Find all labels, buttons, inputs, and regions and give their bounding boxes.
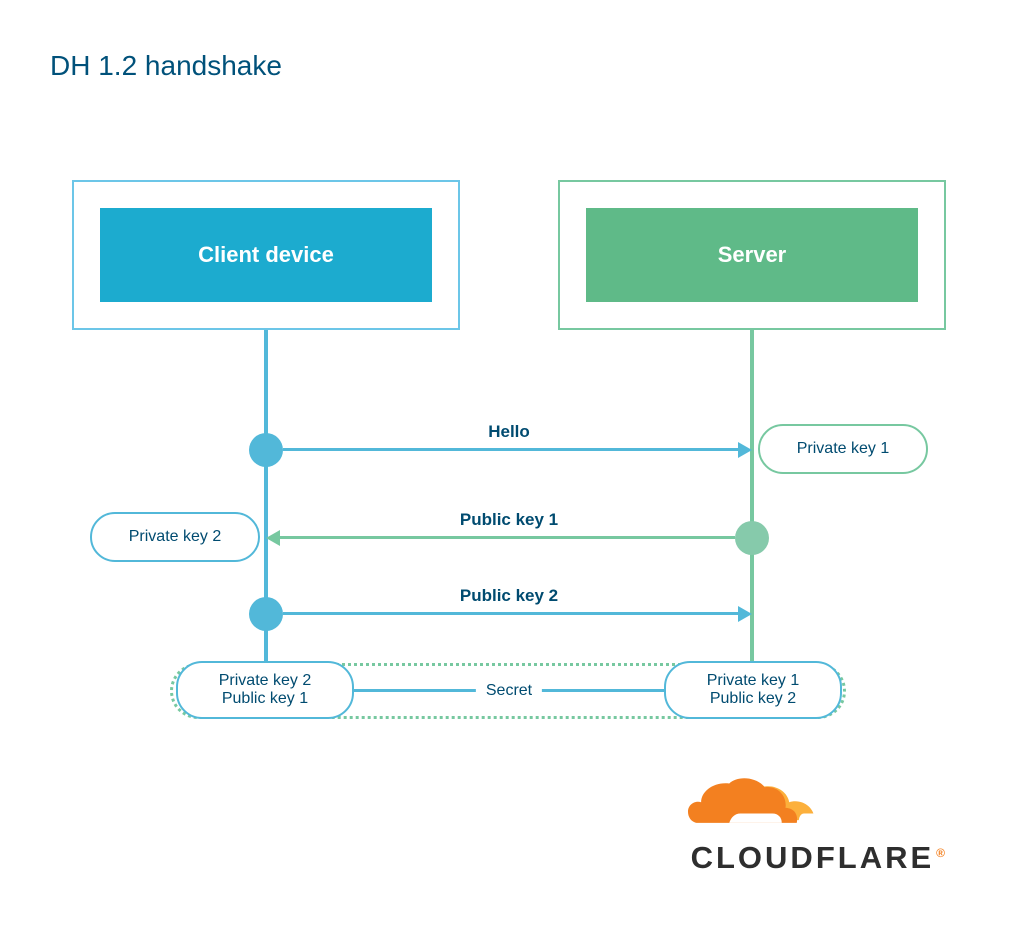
capsule-private-key-2: Private key 2 <box>90 512 260 562</box>
cloudflare-text: CLOUDFLARE <box>691 840 935 875</box>
label-secret: Secret <box>476 682 542 700</box>
arrow-pubkey2-line <box>283 612 738 615</box>
arrow-hello-head <box>738 442 752 458</box>
client-label: Client device <box>198 242 334 268</box>
client-outer-box: Client device <box>72 180 460 330</box>
cloudflare-wordmark: CLOUDFLARE® <box>688 840 948 876</box>
label-pubkey2: Public key 2 <box>266 586 752 606</box>
arrow-hello-line <box>283 448 738 451</box>
arrow-pubkey1-head <box>266 530 280 546</box>
cloud-icon <box>688 777 838 835</box>
label-pubkey1: Public key 1 <box>266 510 752 530</box>
label-hello: Hello <box>266 422 752 442</box>
arrow-pubkey1-line <box>280 536 735 539</box>
capsule-client-mix: Private key 2 Public key 1 <box>176 661 354 719</box>
registered-mark: ® <box>936 846 948 860</box>
arrow-pubkey2-head <box>738 606 752 622</box>
capsule-server-mix: Private key 1 Public key 2 <box>664 661 842 719</box>
priv2-text: Private key 2 <box>129 528 221 546</box>
server-inner-box: Server <box>586 208 918 302</box>
client-mix-l1: Private key 2 <box>219 672 311 690</box>
server-outer-box: Server <box>558 180 946 330</box>
cloudflare-logo: CLOUDFLARE® <box>688 777 948 876</box>
diagram-title: DH 1.2 handshake <box>50 50 282 82</box>
server-label: Server <box>718 242 787 268</box>
priv1-text: Private key 1 <box>797 440 889 458</box>
server-mix-l1: Private key 1 <box>707 672 799 690</box>
client-inner-box: Client device <box>100 208 432 302</box>
server-mix-l2: Public key 2 <box>710 690 796 708</box>
capsule-private-key-1: Private key 1 <box>758 424 928 474</box>
client-mix-l2: Public key 1 <box>222 690 308 708</box>
